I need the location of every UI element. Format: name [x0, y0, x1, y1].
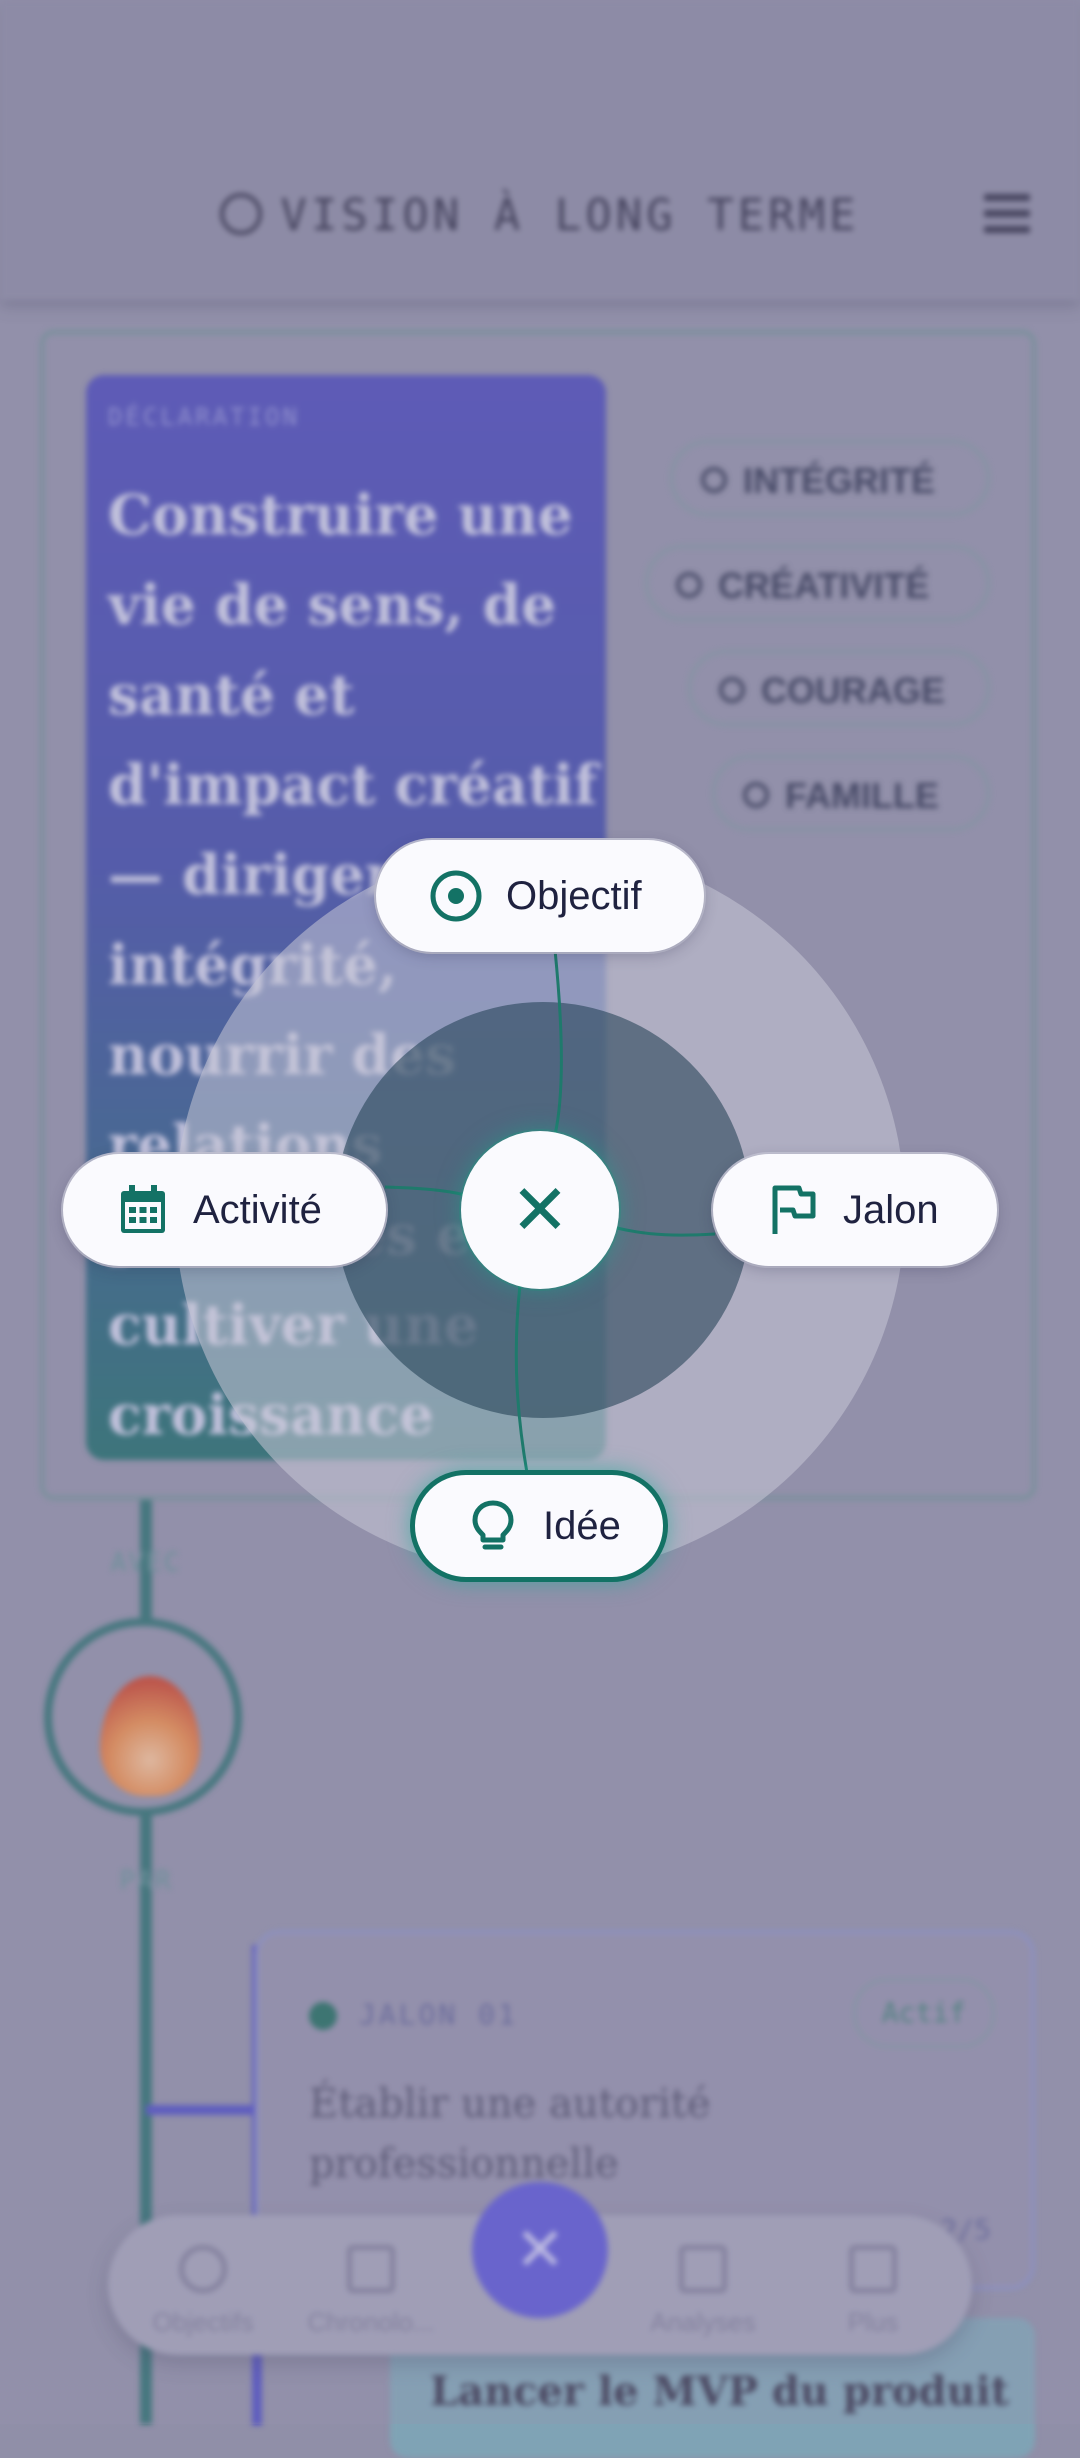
flag-icon: [772, 1185, 816, 1234]
close-icon: ✕: [510, 1169, 570, 1251]
target-icon: [430, 870, 482, 922]
calendar-icon: [121, 1185, 165, 1233]
add-jalon-button[interactable]: Jalon: [713, 1154, 997, 1266]
lightbulb-icon: [472, 1500, 514, 1550]
add-idee-label: Idée: [543, 1504, 621, 1548]
add-objectif-button[interactable]: Objectif: [376, 840, 704, 952]
add-activite-label: Activité: [193, 1188, 322, 1232]
add-jalon-label: Jalon: [843, 1188, 939, 1232]
add-activite-button[interactable]: Activité: [63, 1154, 386, 1266]
add-objectif-label: Objectif: [506, 874, 642, 918]
close-menu-button[interactable]: ✕: [461, 1131, 619, 1289]
add-idee-button[interactable]: Idée: [410, 1470, 668, 1582]
